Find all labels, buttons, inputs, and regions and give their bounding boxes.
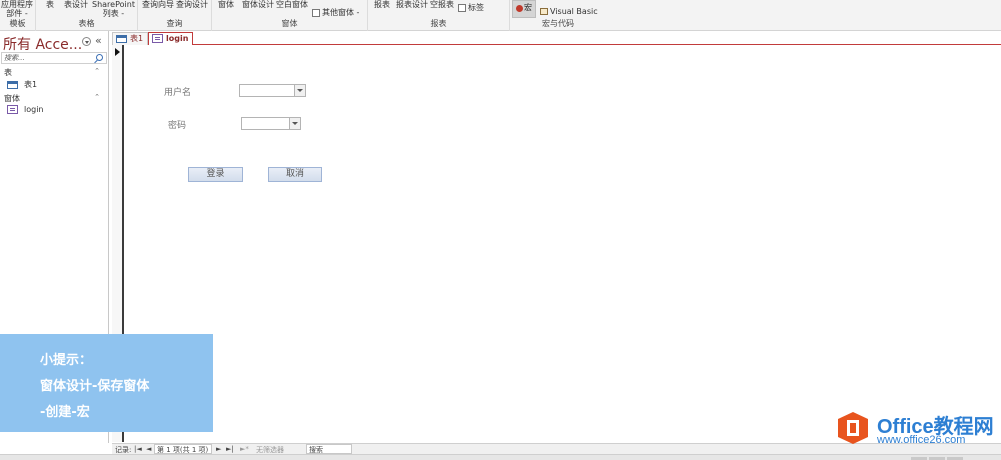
ribbon-group-tables: 表 表设计 SharePoint 列表 - 表格 [36,0,138,31]
username-label: 用户名 [164,88,192,98]
username-combo[interactable] [239,84,306,97]
nav-item-table1[interactable]: 表1 [7,79,37,91]
password-combo[interactable] [241,117,301,130]
record-search-input[interactable]: 搜索 [306,444,352,454]
tip-box: 小提示： 窗体设计-保存窗体 -创建-宏 [0,334,213,432]
status-bar [0,454,1001,460]
ribbon-group-templates: 应用程序 部件 - 模板 [0,0,36,31]
form-icon [152,34,163,43]
ribbon-group-reports: 报表 报表设计 空报表 标签 报表 [368,0,510,31]
table-icon [7,80,18,89]
cancel-button[interactable]: 取消 [268,167,322,182]
form-button[interactable]: 窗体 [218,0,234,9]
login-button[interactable]: 登录 [188,167,243,182]
app-parts-button[interactable]: 应用程序 部件 - [1,0,33,18]
nav-group-forms[interactable]: 窗体 ⌃ [0,93,108,104]
document-tabs: 表1 login [112,31,1001,45]
visual-basic-icon [540,8,548,15]
chevron-down-icon[interactable] [289,118,300,129]
nav-group-label: 表 [4,68,12,77]
tab-label: 表1 [130,34,144,43]
ribbon-group-label: 表格 [78,19,95,28]
previous-record-button[interactable]: ◄ [146,445,151,453]
nav-item-login[interactable]: login [7,105,44,117]
password-label: 密码 [168,121,187,131]
more-forms-button[interactable]: 其他窗体 - [312,8,359,17]
ribbon-group-label: 报表 [430,19,447,28]
ribbon-group-label: 宏与代码 [542,19,574,28]
more-forms-label: 其他窗体 - [322,8,360,17]
login-form: 用户名 密码 登录 取消 [126,45,1001,442]
ribbon-group-queries: 查询向导 查询设计 查询 [138,0,212,31]
form-icon [7,105,18,114]
ribbon-group-label: 查询 [166,19,183,28]
ribbon-group-label: 模板 [9,19,26,28]
table-design-button[interactable]: 表设计 [64,0,88,9]
nav-group-label: 窗体 [4,94,20,103]
nav-item-label: 表1 [24,80,38,89]
next-record-button[interactable]: ► [216,445,221,453]
chevron-up-icon[interactable]: ⌃ [94,67,100,75]
labels-icon [458,3,466,12]
new-record-button[interactable]: ►* [240,445,249,453]
visual-basic-label: Visual Basic [550,7,598,16]
last-record-button[interactable]: ►| [226,445,234,453]
lists-label: 列表 - [102,9,125,18]
table-button[interactable]: 表 [46,0,54,9]
current-record-arrow-icon [115,48,120,56]
blank-report-button[interactable]: 空报表 [430,0,454,9]
nav-pane-title[interactable]: 所有 Acce... [3,34,82,54]
blank-form-button[interactable]: 空白窗体 [276,0,308,9]
tab-label: login [166,34,189,43]
watermark-url: www.office26.com [877,434,966,446]
view-buttons [909,455,981,460]
macro-button[interactable]: 宏 [512,0,536,18]
app-parts-label-1: 应用程序 [1,0,33,9]
app-parts-label-2: 部件 - [6,9,28,18]
labels-button[interactable]: 标签 [458,3,484,12]
collapse-pane-button[interactable]: « [95,34,102,47]
nav-group-tables[interactable]: 表 ⌃ [0,67,108,78]
macro-label: 宏 [524,3,532,12]
office-logo [838,412,868,444]
visual-basic-button[interactable]: Visual Basic [540,7,598,16]
ribbon-group-forms: 窗体 窗体设计 空白窗体 其他窗体 - 窗体 [212,0,368,31]
macro-icon [516,5,523,12]
access-window: 应用程序 部件 - 模板 表 表设计 SharePoint 列表 - 表格 查询… [0,0,1001,460]
report-design-button[interactable]: 报表设计 [396,0,428,9]
tab-login[interactable]: login [148,32,194,45]
chevron-down-icon[interactable] [82,37,91,46]
ribbon-group-label: 窗体 [281,19,298,28]
ribbon: 应用程序 部件 - 模板 表 表设计 SharePoint 列表 - 表格 查询… [0,0,1001,31]
tab-table1[interactable]: 表1 [112,32,149,45]
tip-text-line: -创建-宏 [40,405,90,420]
tip-text-line: 窗体设计-保存窗体 [40,379,150,394]
ribbon-group-macros: 宏 Visual Basic 宏与代码 [510,0,606,31]
search-icon[interactable] [96,54,103,61]
nav-search-input[interactable]: 搜索... [4,53,25,63]
chevron-up-icon[interactable]: ⌃ [94,93,100,101]
sharepoint-lists-button[interactable]: SharePoint 列表 - [92,0,135,18]
nav-search-box[interactable]: 搜索... [1,52,107,64]
chevron-down-icon[interactable] [294,85,305,96]
report-button[interactable]: 报表 [374,0,390,9]
first-record-button[interactable]: |◄ [134,445,142,453]
nav-item-label: login [24,105,44,114]
current-record-field[interactable]: 第 1 项(共 1 项) [154,444,212,454]
query-wizard-button[interactable]: 查询向导 [142,0,174,9]
labels-label: 标签 [468,3,484,12]
tip-heading: 小提示： [40,353,93,368]
sharepoint-label: SharePoint [92,0,135,9]
more-forms-icon [312,8,320,17]
table-icon [116,34,127,43]
form-design-button[interactable]: 窗体设计 [242,0,274,9]
query-design-button[interactable]: 查询设计 [176,0,208,9]
